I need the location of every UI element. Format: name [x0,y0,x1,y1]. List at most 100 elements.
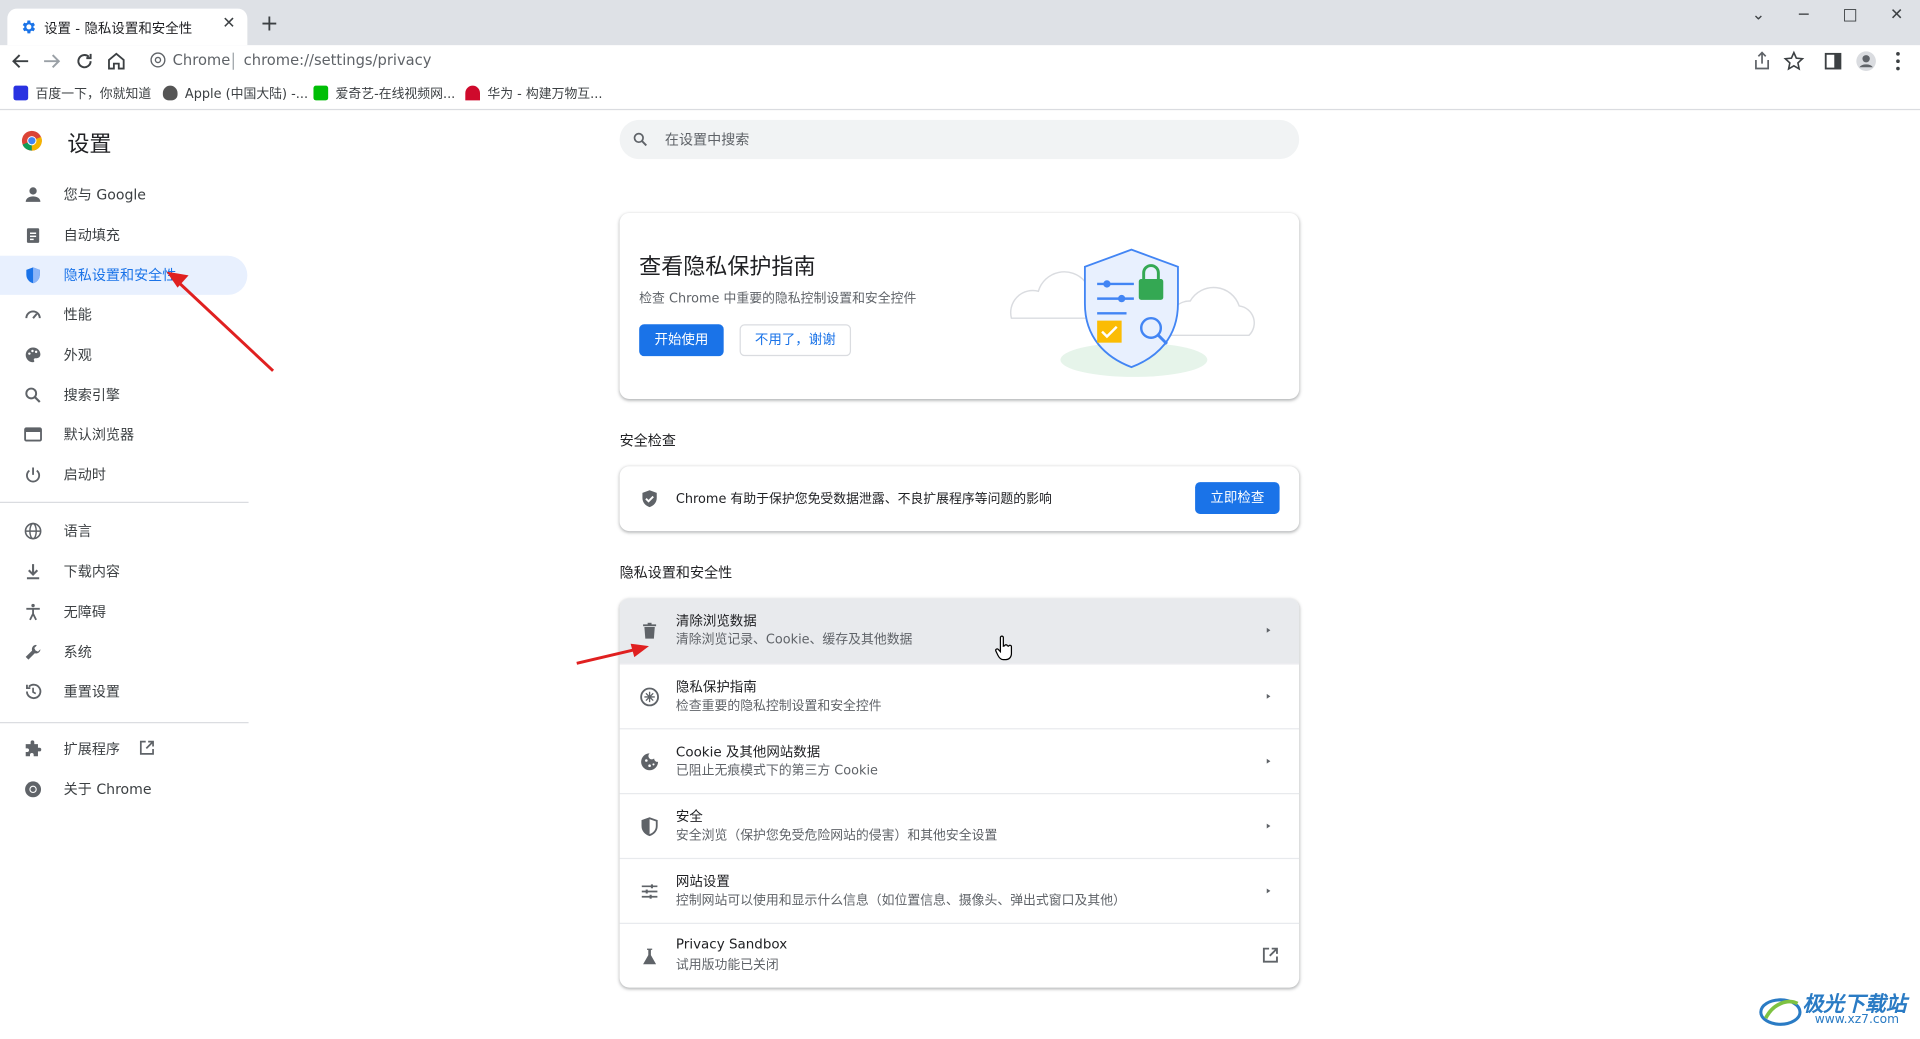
bookmark-label: 百度一下，你就知道 [35,86,152,102]
row-subtitle: 检查重要的隐私控制设置和安全控件 [675,698,882,714]
annotation-arrow [576,643,649,665]
history-icon [26,683,42,700]
sidebar-divider [0,722,249,724]
sidebar-item-autofill[interactable]: 自动填充 [0,215,247,254]
chevron-right-icon [1266,627,1271,633]
compass-icon [640,687,659,707]
settings-search-input[interactable]: 在设置中搜索 [619,119,1300,160]
search-icon [633,132,647,147]
forward-arrow-icon[interactable] [39,49,63,73]
url-text[interactable]: chrome://settings/privacy [244,51,432,68]
chevron-down-icon[interactable]: ⌄ [1740,2,1777,29]
back-arrow-icon[interactable] [9,49,33,73]
bookmark-item[interactable]: 华为 - 构建万物互... [465,84,602,102]
wrench-icon [25,644,41,660]
toolbar: Chrome chrome://settings/privacy [0,45,1920,78]
sidebar-item-search-engine[interactable]: 搜索引擎 [0,376,247,415]
share-icon[interactable] [1750,49,1774,73]
bookmark-item[interactable]: 爱奇艺-在线视频网... [313,84,455,102]
sidebar-item-on-startup[interactable]: 启动时 [0,455,247,494]
sidebar-item-label: 搜索引擎 [63,386,121,404]
row-site-settings[interactable]: 网站设置 控制网站可以使用和显示什么信息（如位置信息、摄像头、弹出式窗口及其他） [619,857,1300,923]
chrome-icon [150,52,166,68]
row-privacy-sandbox[interactable]: Privacy Sandbox 试用版功能已关闭 [619,922,1300,988]
download-icon [26,564,40,580]
privacy-settings-list: 清除浏览数据 清除浏览记录、Cookie、缓存及其他数据 隐私保护指南 检查重要… [619,598,1300,988]
reload-icon[interactable] [72,49,96,73]
row-clear-browsing-data[interactable]: 清除浏览数据 清除浏览记录、Cookie、缓存及其他数据 [619,598,1300,664]
omnibox-divider [232,52,234,70]
tab-title: 设置 - 隐私设置和安全性 [44,20,193,37]
tab-strip: 设置 - 隐私设置和安全性 ✕ + ⌄ ─ □ ✕ [0,0,1920,46]
row-subtitle: 已阻止无痕模式下的第三方 Cookie [675,763,878,779]
sidebar-item-downloads[interactable]: 下载内容 [0,552,247,591]
star-icon[interactable] [1782,49,1806,73]
safety-check-text: Chrome 有助于保护您免受数据泄露、不良扩展程序等问题的影响 [675,491,1052,507]
apple-logo-icon [162,85,178,101]
person-icon [25,187,41,202]
row-subtitle: 控制网站可以使用和显示什么信息（如位置信息、摄像头、弹出式窗口及其他） [675,893,1126,909]
flask-icon [643,948,657,965]
sidebar-item-languages[interactable]: 语言 [0,512,247,551]
sidebar-item-label: 外观 [63,346,92,364]
chrome-logo-icon [21,130,42,151]
sidebar-item-reset-settings[interactable]: 重置设置 [0,672,247,711]
bookmark-item[interactable]: Apple (中国大陆) -... [162,84,309,102]
sidebar-item-label: 语言 [63,522,92,540]
sidebar-item-label: 您与 Google [63,186,146,204]
get-started-button[interactable]: 开始使用 [639,324,724,357]
privacy-guide-illustration [1010,248,1255,377]
row-subtitle: 安全浏览（保护您免受危险网站的侵害）和其他安全设置 [675,828,998,844]
row-title: Privacy Sandbox [675,936,788,953]
side-panel-icon[interactable] [1821,49,1845,73]
bookmark-label: 爱奇艺-在线视频网... [335,86,456,102]
sidebar-item-extensions[interactable]: 扩展程序 [0,729,247,768]
bookmark-label: Apple (中国大陆) -... [184,86,309,102]
browser-icon [24,427,42,442]
sidebar-item-about-chrome[interactable]: 关于 Chrome [0,770,247,809]
sidebar-item-label: 默认浏览器 [63,425,135,444]
sidebar-item-label: 无障碍 [63,603,106,621]
no-thanks-button[interactable]: 不用了，谢谢 [739,324,852,357]
sidebar-item-default-browser[interactable]: 默认浏览器 [0,415,247,454]
tab-settings[interactable]: 设置 - 隐私设置和安全性 ✕ [7,8,248,46]
address-bar[interactable]: Chrome chrome://settings/privacy [139,46,1818,76]
sidebar-item-accessibility[interactable]: 无障碍 [0,592,247,631]
window-close-button[interactable]: ✕ [1878,2,1915,29]
bookmark-item[interactable]: 百度一下，你就知道 [13,84,151,102]
site-label: Chrome [172,51,231,69]
sidebar-item-system[interactable]: 系统 [0,633,247,672]
privacy-guide-title: 查看隐私保护指南 [639,254,816,281]
hand-cursor-icon [995,635,1013,661]
shield-icon [641,817,658,837]
close-icon[interactable]: ✕ [218,13,240,35]
sidebar-item-label: 重置设置 [63,682,121,701]
safety-check-heading: 安全检查 [619,431,676,450]
safety-check-card: Chrome 有助于保护您免受数据泄露、不良扩展程序等问题的影响 立即检查 [619,466,1300,532]
row-title: 安全 [675,808,703,825]
trash-icon [643,622,657,639]
row-title: 清除浏览数据 [675,613,757,630]
browser-window: 设置 - 隐私设置和安全性 ✕ + ⌄ ─ □ ✕ Chrome chrome:… [0,0,1920,1039]
row-cookies[interactable]: Cookie 及其他网站数据 已阻止无痕模式下的第三方 Cookie [619,728,1300,793]
privacy-guide-card: 查看隐私保护指南 检查 Chrome 中重要的隐私控制设置和安全控件 开始使用 … [619,212,1300,399]
sidebar-item-label: 自动填充 [63,226,121,244]
row-title: 网站设置 [675,873,730,890]
globe-icon [24,522,42,540]
row-security[interactable]: 安全 安全浏览（保护您免受危险网站的侵害）和其他安全设置 [619,793,1300,858]
sidebar-item-label: 关于 Chrome [63,780,152,798]
search-icon [25,387,41,403]
check-now-button[interactable]: 立即检查 [1195,482,1280,514]
iqiyi-icon [313,85,329,101]
row-privacy-guide[interactable]: 隐私保护指南 检查重要的隐私控制设置和安全控件 [619,663,1300,728]
chevron-right-icon [1266,888,1271,894]
kebab-menu-icon[interactable] [1886,49,1910,73]
sidebar-item-label: 性能 [63,305,92,324]
profile-avatar-icon[interactable] [1854,49,1878,73]
sidebar-item-you-and-google[interactable]: 您与 Google [0,175,247,214]
maximize-button[interactable]: □ [1832,2,1869,29]
home-icon[interactable] [104,49,128,73]
gear-icon [22,20,36,34]
new-tab-button[interactable]: + [257,12,281,36]
minimize-button[interactable]: ─ [1785,2,1822,29]
